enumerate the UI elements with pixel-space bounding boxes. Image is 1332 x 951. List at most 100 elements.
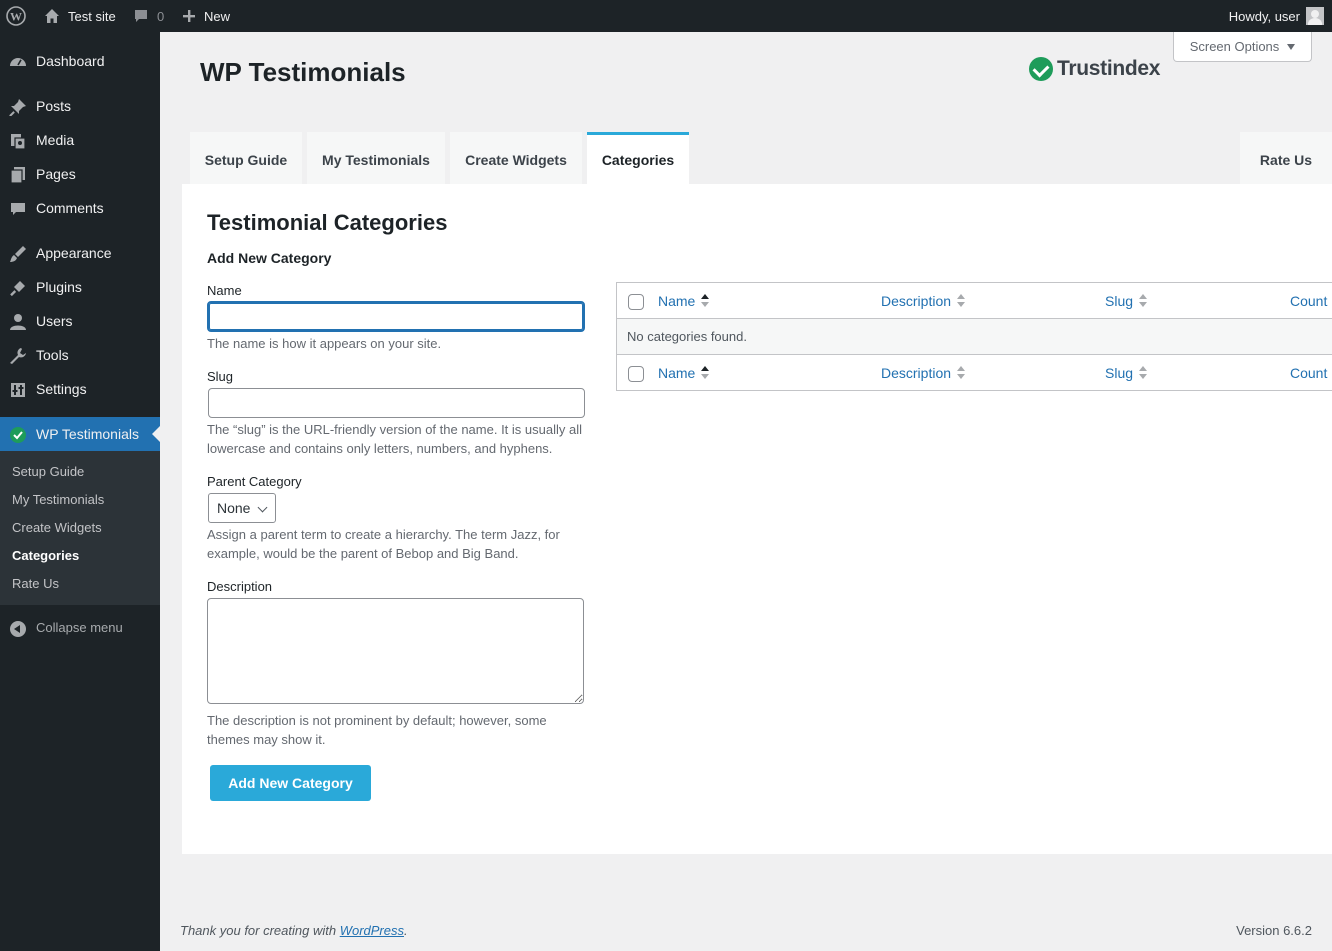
slug-input[interactable] <box>208 388 585 418</box>
column-description-label: Description <box>881 365 952 381</box>
form-title: Add New Category <box>207 250 332 266</box>
screen-options-label: Screen Options <box>1189 39 1280 54</box>
table-header-row: Name Description Slug Count <box>617 283 1332 319</box>
sidebar-item-label: Media <box>36 132 75 148</box>
sidebar-item-label: Appearance <box>36 245 112 261</box>
sort-icon <box>701 366 710 380</box>
sidebar-item-label: WP Testimonials <box>36 426 139 442</box>
sidebar-item-label: Dashboard <box>36 53 105 69</box>
collapse-menu-button[interactable]: Collapse menu <box>0 610 160 644</box>
pages-icon <box>8 165 28 185</box>
submenu-item-create-widgets[interactable]: Create Widgets <box>12 520 102 535</box>
sort-icon <box>1139 294 1148 308</box>
categories-table: Name Description Slug Count No categorie… <box>616 282 1332 391</box>
parent-category-value: None <box>217 500 251 516</box>
sidebar-item-media[interactable]: Media <box>0 123 160 157</box>
footer-thanks-prefix: Thank you for creating with <box>180 923 340 938</box>
description-help-text: The description is not prominent by defa… <box>207 713 547 747</box>
comments-link[interactable]: 0 <box>133 0 164 32</box>
sidebar-item-appearance[interactable]: Appearance <box>0 236 160 270</box>
sidebar-item-pages[interactable]: Pages <box>0 157 160 191</box>
column-header-description[interactable]: Description <box>881 293 966 309</box>
caret-down-icon <box>1287 43 1296 50</box>
admin-bar: W Test site 0 New Howdy, user <box>0 0 1332 32</box>
new-label: New <box>204 8 231 24</box>
parent-category-help-text: Assign a parent term to create a hierarc… <box>207 527 560 561</box>
column-name-label: Name <box>658 365 696 381</box>
brush-icon <box>8 244 28 264</box>
dashboard-icon <box>8 52 28 72</box>
sidebar-item-settings[interactable]: Settings <box>0 372 160 406</box>
column-header-name[interactable]: Name <box>658 293 710 309</box>
chevron-down-icon <box>257 502 268 513</box>
plug-icon <box>8 278 28 298</box>
trustindex-check-icon <box>1029 57 1053 81</box>
account-menu[interactable]: Howdy, user <box>1229 0 1324 32</box>
sidebar-item-label: Pages <box>36 166 76 182</box>
collapse-arrow-icon <box>10 621 26 637</box>
parent-category-label: Parent Category <box>207 474 302 489</box>
name-label: Name <box>207 283 242 298</box>
select-all-checkbox[interactable] <box>628 294 644 310</box>
column-footer-count[interactable]: Count <box>1290 365 1327 381</box>
tab-rate-us[interactable]: Rate Us <box>1240 132 1332 184</box>
sort-icon <box>957 294 966 308</box>
column-header-count[interactable]: Count <box>1290 293 1327 309</box>
slug-label: Slug <box>207 369 234 384</box>
sidebar-item-plugins[interactable]: Plugins <box>0 270 160 304</box>
sidebar-item-label: Settings <box>36 381 87 397</box>
site-name-link[interactable]: Test site <box>44 0 116 32</box>
sidebar-item-users[interactable]: Users <box>0 304 160 338</box>
submenu-item-setup-guide[interactable]: Setup Guide <box>12 464 84 479</box>
description-label: Description <box>207 579 273 594</box>
svg-text:W: W <box>10 10 22 24</box>
wordpress-logo-icon[interactable]: W <box>6 0 28 32</box>
sidebar-item-label: Tools <box>36 347 69 363</box>
plus-icon <box>182 9 196 23</box>
trustindex-logo: Trustindex <box>1029 57 1161 81</box>
pin-icon <box>8 97 28 117</box>
name-input[interactable] <box>207 301 585 332</box>
sidebar-item-wp-testimonials[interactable]: WP Testimonials <box>0 417 160 451</box>
user-icon <box>8 312 28 332</box>
column-slug-label: Slug <box>1105 365 1134 381</box>
table-footer-row: Name Description Slug Count <box>617 355 1332 391</box>
footer-thanks: Thank you for creating with WordPress. <box>180 923 408 938</box>
sort-icon <box>957 366 966 380</box>
column-count-label: Count <box>1290 365 1328 381</box>
column-header-slug[interactable]: Slug <box>1105 293 1148 309</box>
screen-options-button[interactable]: Screen Options <box>1173 32 1312 62</box>
site-name: Test site <box>68 8 116 24</box>
column-footer-description[interactable]: Description <box>881 365 966 381</box>
tab-create-widgets[interactable]: Create Widgets <box>450 132 582 184</box>
sidebar-item-label: Users <box>36 313 73 329</box>
tab-my-testimonials[interactable]: My Testimonials <box>307 132 445 184</box>
new-content-link[interactable]: New <box>182 0 230 32</box>
column-footer-slug[interactable]: Slug <box>1105 365 1148 381</box>
media-icon <box>8 131 28 151</box>
comments-count: 0 <box>157 8 165 24</box>
submenu-item-categories[interactable]: Categories <box>12 548 79 563</box>
select-all-checkbox[interactable] <box>628 366 644 382</box>
column-slug-label: Slug <box>1105 293 1134 309</box>
sidebar-item-posts[interactable]: Posts <box>0 89 160 123</box>
home-icon <box>44 8 60 24</box>
column-count-label: Count <box>1290 293 1328 309</box>
description-textarea[interactable] <box>207 598 584 704</box>
wordpress-link[interactable]: WordPress <box>340 923 404 938</box>
sort-icon <box>701 294 710 308</box>
submenu-item-my-testimonials[interactable]: My Testimonials <box>12 492 104 507</box>
parent-category-select[interactable]: None <box>208 493 276 523</box>
submenu-item-rate-us[interactable]: Rate Us <box>12 576 59 591</box>
column-footer-name[interactable]: Name <box>658 365 710 381</box>
sidebar-item-comments[interactable]: Comments <box>0 191 160 225</box>
check-circle-icon <box>8 425 28 445</box>
sidebar-item-dashboard[interactable]: Dashboard <box>0 44 160 78</box>
sidebar-item-tools[interactable]: Tools <box>0 338 160 372</box>
column-description-label: Description <box>881 293 952 309</box>
sidebar-item-label: Plugins <box>36 279 82 295</box>
add-new-category-button[interactable]: Add New Category <box>210 765 371 801</box>
footer-thanks-suffix: . <box>404 923 408 938</box>
tab-categories[interactable]: Categories <box>587 132 689 184</box>
tab-setup-guide[interactable]: Setup Guide <box>190 132 302 184</box>
